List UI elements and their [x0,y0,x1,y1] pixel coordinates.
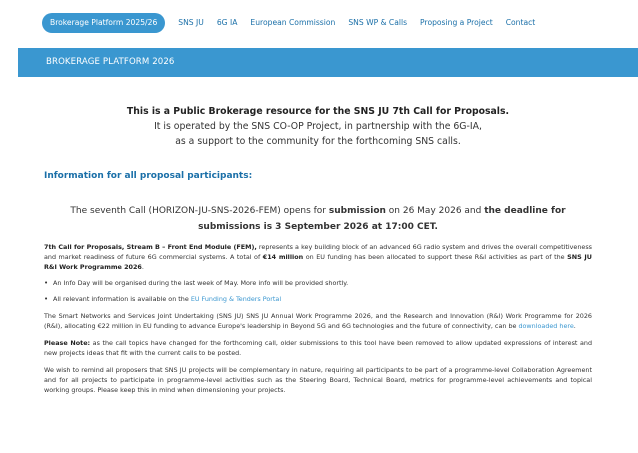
bullet-info-day: An Info Day will be organised during the… [44,278,592,288]
reminder-paragraph: We wish to remind all proposers that SNS… [44,366,592,394]
top-navigation: Brokerage Platform 2025/26 SNS JU 6G IA … [0,0,638,48]
intro-block: This is a Public Brokerage resource for … [44,104,592,149]
stream-paragraph: 7th Call for Proposals, Stream B – Front… [44,243,592,271]
nav-european-commission[interactable]: European Commission [250,13,335,33]
intro-line-1: This is a Public Brokerage resource for … [126,106,510,117]
intro-line-3: as a support to the community for the fo… [175,136,461,147]
note-paragraph: Please Note: as the call topics have cha… [44,339,592,357]
nav-sns-ju[interactable]: SNS JU [178,13,204,33]
intro-line-2: It is operated by the SNS CO-OP Project,… [154,121,482,132]
section-heading: Information for all proposal participant… [44,171,253,181]
nav-sns-wp-calls[interactable]: SNS WP & Calls [348,13,407,33]
nav-proposing-project[interactable]: Proposing a Project [420,13,493,33]
info-bullets: An Info Day will be organised during the… [44,278,592,304]
page-banner: BROKERAGE PLATFORM 2026 [18,48,638,77]
call-headline: The seventh Call (HORIZON-JU-SNS-2026-FE… [70,206,566,232]
bullet-portal: All relevant information is available on… [44,294,592,304]
download-link[interactable]: downloaded here [518,322,573,330]
page-title: BROKERAGE PLATFORM 2026 [46,57,175,67]
nav-contact[interactable]: Contact [506,13,536,33]
funding-portal-link[interactable]: EU Funding & Tenders Portal [191,295,281,303]
nav-brokerage-platform[interactable]: Brokerage Platform 2025/26 [42,13,166,33]
nav-menu: Brokerage Platform 2025/26 SNS JU 6G IA … [42,13,548,33]
nav-6g-ia[interactable]: 6G IA [217,13,238,33]
main-content: This is a Public Brokerage resource for … [44,104,592,395]
work-programme-paragraph: The Smart Networks and Services Joint Un… [44,312,592,330]
